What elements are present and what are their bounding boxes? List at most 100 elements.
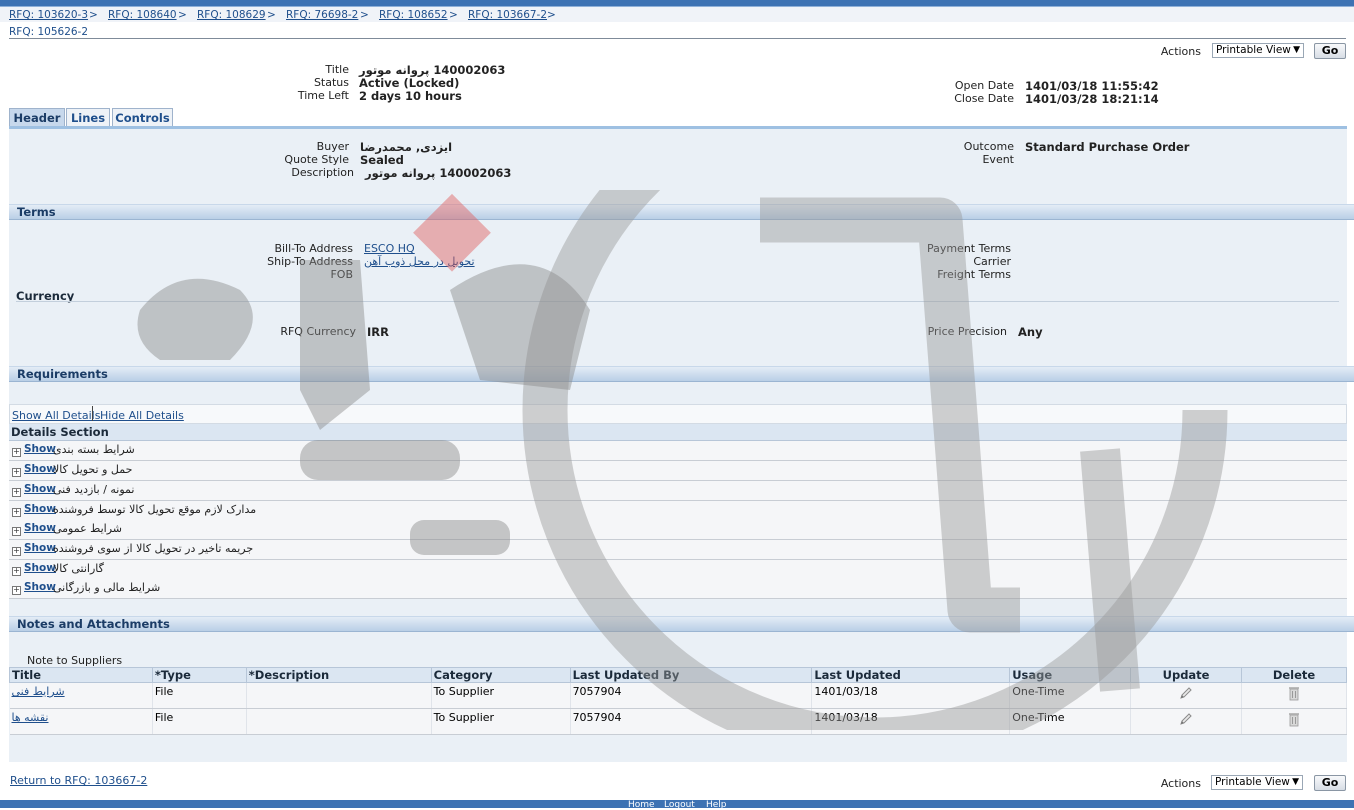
footer-home-link[interactable]: Home [628, 800, 655, 810]
attachment-usage: One-Time [1009, 682, 1132, 709]
actions-select-value: Printable View [1216, 44, 1291, 56]
show-link[interactable]: Show [24, 581, 56, 593]
footer-help-link[interactable]: Help [706, 800, 727, 810]
plus-toggle-icon[interactable]: + [12, 448, 21, 457]
show-link[interactable]: Show [24, 562, 56, 574]
table-row: نقشه ها File To Supplier 7057904 1401/03… [9, 708, 1347, 735]
terms-section-heading: Terms [9, 204, 1354, 220]
bill-to-label: Bill-To Address [274, 242, 353, 255]
attachment-type: File [152, 708, 247, 735]
trash-icon[interactable] [1287, 685, 1301, 701]
plus-toggle-icon[interactable]: + [12, 508, 21, 517]
attachment-updated-by: 7057904 [570, 708, 813, 735]
attachment-category: To Supplier [431, 682, 571, 709]
go-button[interactable]: Go [1314, 775, 1346, 791]
footer-bar: Home Logout Help [0, 800, 1354, 810]
requirement-section-label: مدارک لازم موقع تحویل کالا توسط فروشنده [53, 503, 257, 516]
list-item: + Show گارانتی کالا [9, 560, 1347, 580]
hide-all-details-link[interactable]: Hide All Details [100, 409, 184, 422]
attachment-title-link[interactable]: نقشه ها [12, 711, 49, 724]
breadcrumb-link[interactable]: RFQ: 108629 [197, 9, 266, 21]
buyer-label: Buyer [316, 140, 349, 153]
breadcrumb-separator: > [547, 9, 556, 21]
show-link[interactable]: Show [24, 522, 56, 534]
event-label: Event [982, 153, 1014, 166]
attachment-title-link[interactable]: شرایط فنی [12, 685, 65, 698]
open-date-value: 1401/03/18 11:55:42 [1025, 79, 1159, 93]
show-link[interactable]: Show [24, 463, 56, 475]
close-date-value: 1401/03/28 18:21:14 [1025, 92, 1159, 106]
requirement-section-label: جریمه تاخیر در تحویل کالا از سوی فروشنده [53, 542, 254, 555]
description-value: 140002063 پروانه موتور [365, 166, 512, 180]
payment-terms-label: Payment Terms [926, 242, 1011, 255]
breadcrumb-link[interactable]: RFQ: 108652 [379, 9, 448, 21]
column-header-usage: Usage [1009, 667, 1132, 683]
plus-toggle-icon[interactable]: + [12, 547, 21, 556]
dropdown-arrow-icon: ▼ [1292, 777, 1299, 787]
bill-to-link[interactable]: ESCO HQ [364, 242, 415, 255]
requirement-section-label: نمونه / بازدید فنی [53, 483, 135, 496]
table-row: شرایط فنی File To Supplier 7057904 1401/… [9, 682, 1347, 709]
show-link[interactable]: Show [24, 443, 56, 455]
trash-icon[interactable] [1287, 711, 1301, 727]
plus-toggle-icon[interactable]: + [12, 586, 21, 595]
ship-to-link[interactable]: تحویل در محل ذوب آهن [364, 255, 475, 268]
breadcrumb-separator: > [178, 9, 187, 21]
list-item: + Show حمل و تحویل کالا [9, 461, 1347, 481]
tab-lines[interactable]: Lines [66, 108, 110, 127]
fob-label: FOB [330, 268, 353, 281]
plus-toggle-icon[interactable]: + [12, 527, 21, 536]
requirement-section-label: گارانتی کالا [53, 562, 104, 575]
actions-select-value: Printable View [1215, 776, 1290, 788]
breadcrumb-link[interactable]: RFQ: 103667-2 [468, 9, 547, 21]
show-link[interactable]: Show [24, 483, 56, 495]
breadcrumb-link[interactable]: RFQ: 108640 [108, 9, 177, 21]
plus-toggle-icon[interactable]: + [12, 468, 21, 477]
top-brand-bar [0, 0, 1354, 7]
breadcrumb: RFQ: 103620-3 > RFQ: 108640 > RFQ: 10862… [0, 7, 1354, 22]
column-header-last-updated: Last Updated [811, 667, 1011, 683]
attachment-category: To Supplier [431, 708, 571, 735]
attachment-type: File [152, 682, 247, 709]
pencil-icon[interactable] [1178, 685, 1194, 701]
close-date-label: Close Date [954, 92, 1014, 105]
breadcrumb-separator: > [360, 9, 369, 21]
go-button[interactable]: Go [1314, 43, 1346, 59]
outcome-value: Standard Purchase Order [1025, 140, 1190, 154]
rfq-currency-value: IRR [367, 325, 389, 339]
actions-label: Actions [1160, 45, 1201, 58]
dropdown-arrow-icon: ▼ [1293, 45, 1300, 55]
plus-toggle-icon[interactable]: + [12, 488, 21, 497]
list-item: + Show نمونه / بازدید فنی [9, 481, 1347, 501]
show-link[interactable]: Show [24, 503, 56, 515]
show-all-details-link[interactable]: Show All Details [12, 409, 100, 422]
notes-section-heading: Notes and Attachments [9, 616, 1354, 632]
requirement-section-label: شرایط بسته بندی [53, 443, 135, 456]
requirement-section-label: حمل و تحویل کالا [53, 463, 133, 476]
footer-logout-link[interactable]: Logout [664, 800, 695, 810]
list-item: + Show شرایط بسته بندی [9, 441, 1347, 461]
tab-controls[interactable]: Controls [112, 108, 173, 127]
column-header-description: *Description [245, 667, 432, 683]
column-header-last-updated-by: Last Updated By [569, 667, 813, 683]
attachment-usage: One-Time [1009, 708, 1132, 735]
breadcrumb-separator: > [267, 9, 276, 21]
plus-toggle-icon[interactable]: + [12, 567, 21, 576]
pencil-icon[interactable] [1178, 711, 1194, 727]
return-link[interactable]: Return to RFQ: 103667-2 [10, 774, 147, 787]
price-precision-value: Any [1018, 325, 1043, 339]
actions-select[interactable]: Printable View ▼ [1211, 775, 1303, 790]
list-item: + Show مدارک لازم موقع تحویل کالا توسط ف… [9, 501, 1347, 521]
open-date-label: Open Date [954, 79, 1014, 92]
tab-header[interactable]: Header [9, 108, 65, 127]
attachments-table: Title *Type *Description Category Last U… [9, 667, 1347, 735]
ship-to-label: Ship-To Address [267, 255, 353, 268]
actions-select[interactable]: Printable View ▼ [1212, 43, 1304, 58]
outcome-label: Outcome [963, 140, 1014, 153]
breadcrumb-link[interactable]: RFQ: 103620-3 [9, 9, 88, 21]
status-value: Active (Locked) [359, 76, 460, 90]
show-link[interactable]: Show [24, 542, 56, 554]
breadcrumb-link[interactable]: RFQ: 76698-2 [286, 9, 358, 21]
divider [9, 38, 1346, 39]
attachment-description [246, 708, 432, 735]
